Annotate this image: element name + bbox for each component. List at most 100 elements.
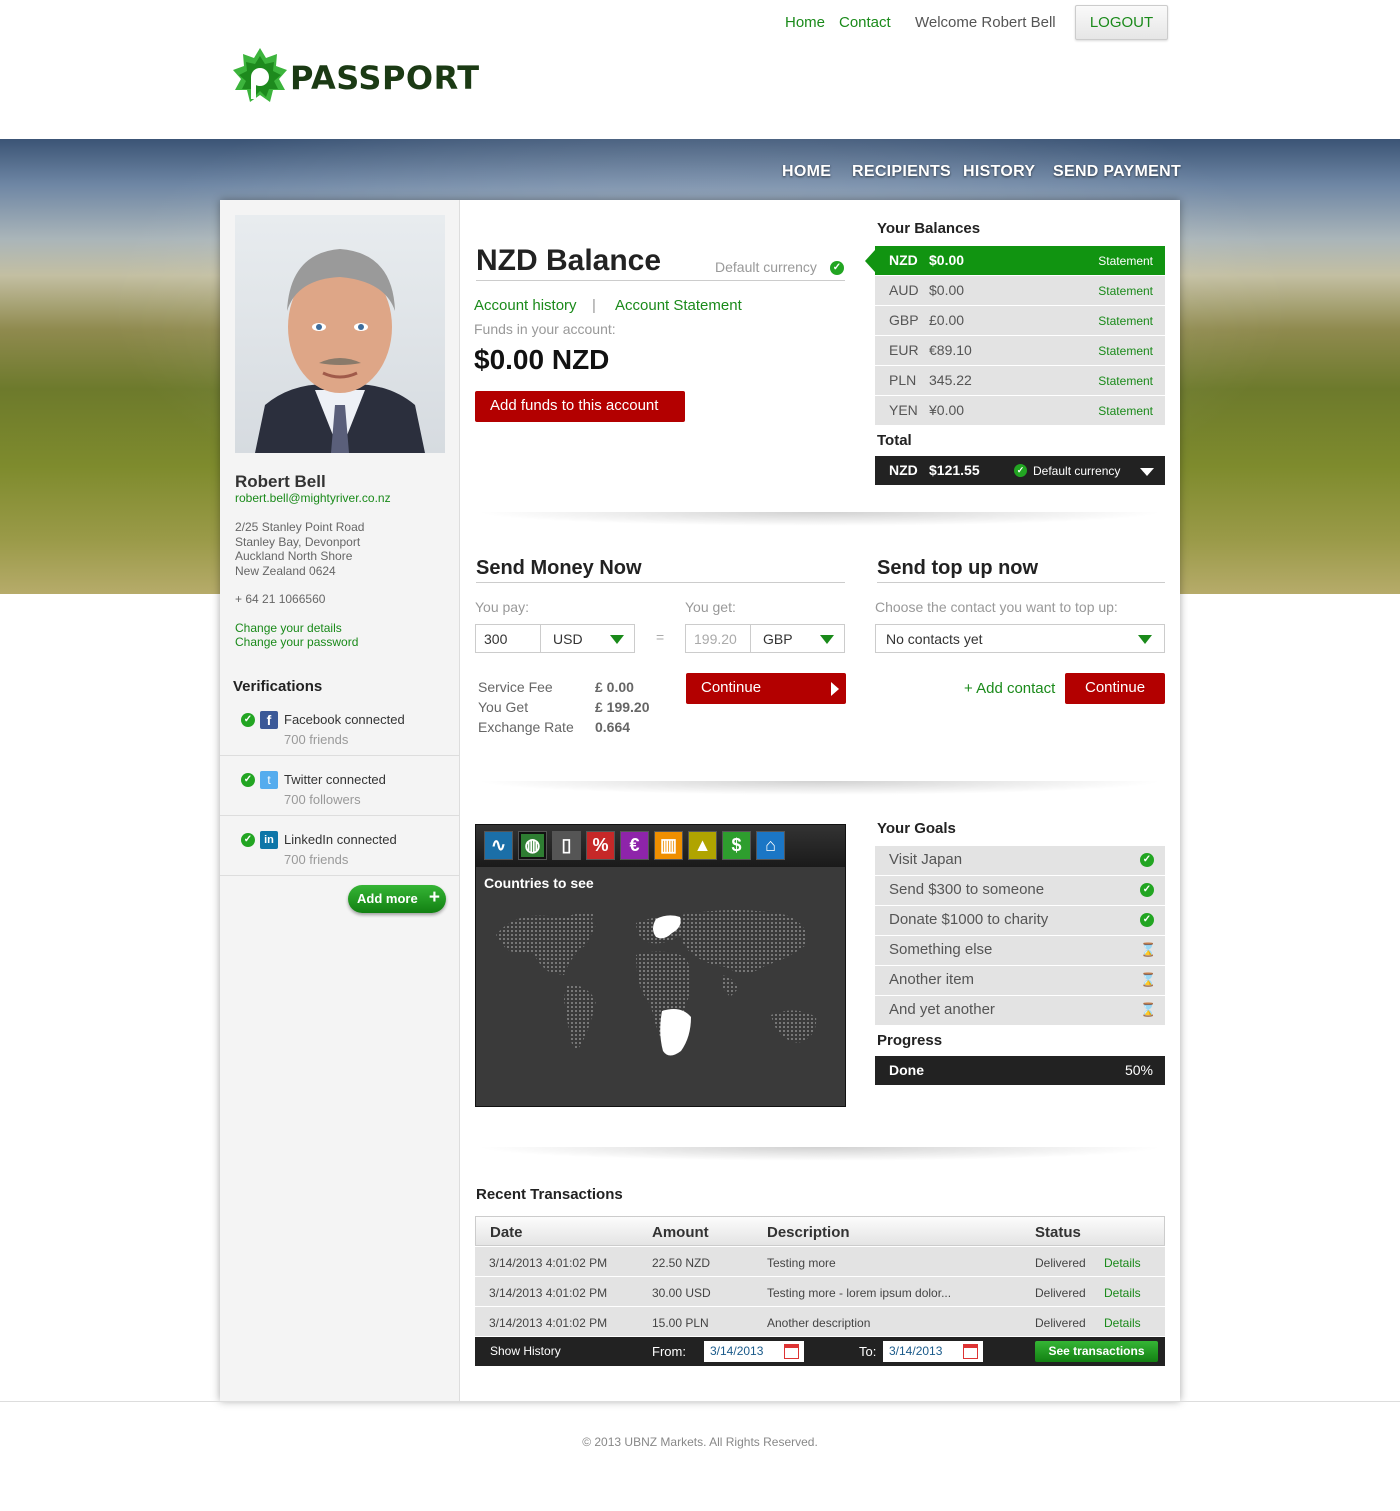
goal-item[interactable]: Visit Japan ✓ xyxy=(875,846,1165,875)
avatar xyxy=(235,215,445,453)
goal-item[interactable]: Something else ⌛ xyxy=(875,936,1165,965)
change-details-link[interactable]: Change your details xyxy=(235,621,342,635)
details-link[interactable]: Details xyxy=(1104,1256,1141,1270)
address-line: Auckland North Shore xyxy=(235,549,353,563)
verification-label: LinkedIn connected xyxy=(284,832,397,847)
goal-label: Donate $1000 to charity xyxy=(889,911,1049,928)
globe-icon[interactable]: ◍ xyxy=(518,831,547,860)
see-transactions-button[interactable]: See transactions xyxy=(1035,1341,1158,1362)
profile-address: 2/25 Stanley Point Road Stanley Bay, Dev… xyxy=(235,520,364,578)
balance-value: €89.10 xyxy=(929,342,972,358)
statement-link[interactable]: Statement xyxy=(1098,374,1153,388)
document-icon[interactable]: ▯ xyxy=(552,831,581,860)
nav-home-link[interactable]: Home xyxy=(785,14,825,31)
chevron-down-icon[interactable] xyxy=(1140,468,1154,476)
activity-icon[interactable]: ∿ xyxy=(484,831,513,860)
goal-item[interactable]: Send $300 to someone ✓ xyxy=(875,876,1165,905)
funds-label: Funds in your account: xyxy=(474,321,616,337)
nav-contact-link[interactable]: Contact xyxy=(839,14,891,31)
hourglass-icon: ⌛ xyxy=(1140,972,1157,987)
statement-link[interactable]: Statement xyxy=(1098,314,1153,328)
balance-row-aud[interactable]: AUD $0.00 Statement xyxy=(875,276,1165,305)
to-date-input[interactable]: 3/14/2013 xyxy=(883,1341,983,1362)
send-continue-button[interactable]: Continue xyxy=(686,673,846,704)
balance-code: EUR xyxy=(889,342,919,358)
bank-icon[interactable]: ⌂ xyxy=(756,831,785,860)
main-nav-send-payment[interactable]: SEND PAYMENT xyxy=(1053,163,1181,181)
balance-row-gbp[interactable]: GBP £0.00 Statement xyxy=(875,306,1165,335)
tx-amount: 30.00 USD xyxy=(652,1286,711,1300)
account-statement-link[interactable]: Account Statement xyxy=(615,297,742,314)
footer-divider xyxy=(0,1401,1400,1402)
goal-label: Another item xyxy=(889,971,975,988)
bar-chart-icon[interactable]: ▥ xyxy=(654,831,683,860)
tx-amount: 22.50 NZD xyxy=(652,1256,711,1270)
column-header[interactable]: Amount xyxy=(652,1224,709,1241)
goal-label: Send $300 to someone xyxy=(889,881,1045,898)
table-row: 3/14/2013 4:01:02 PM 15.00 PLN Another d… xyxy=(475,1307,1165,1336)
top-up-continue-button[interactable]: Continue xyxy=(1065,673,1165,704)
logo-icon xyxy=(233,48,287,102)
logout-button[interactable]: LOGOUT xyxy=(1075,5,1168,40)
calendar-icon[interactable] xyxy=(963,1344,978,1359)
euro-icon[interactable]: € xyxy=(620,831,649,860)
main-nav-home[interactable]: HOME xyxy=(782,163,831,181)
check-icon: ✓ xyxy=(1014,464,1027,477)
balance-value: ¥0.00 xyxy=(929,402,965,418)
twitter-icon: t xyxy=(260,771,278,789)
from-date-input[interactable]: 3/14/2013 xyxy=(704,1341,804,1362)
pay-currency-value: USD xyxy=(553,631,583,647)
statement-link[interactable]: Statement xyxy=(1098,404,1153,418)
column-header[interactable]: Date xyxy=(490,1224,523,1241)
progress-value: 50% xyxy=(1124,1062,1153,1078)
details-link[interactable]: Details xyxy=(1104,1316,1141,1330)
rate-label: Exchange Rate xyxy=(478,719,574,735)
balance-row-eur[interactable]: EUR €89.10 Statement xyxy=(875,336,1165,365)
play-arrow-icon xyxy=(831,682,839,696)
column-header[interactable]: Status xyxy=(1035,1224,1081,1241)
fee-label: Service Fee xyxy=(478,679,553,695)
pay-amount-input[interactable]: 300 xyxy=(475,624,541,653)
goal-item[interactable]: And yet another ⌛ xyxy=(875,996,1165,1025)
get-currency-select[interactable]: GBP xyxy=(750,624,845,653)
add-contact-link[interactable]: + Add contact xyxy=(964,680,1055,697)
balance-row-pln[interactable]: PLN 345.22 Statement xyxy=(875,366,1165,395)
world-map[interactable] xyxy=(486,905,826,1085)
profile-email[interactable]: robert.bell@mightyriver.co.nz xyxy=(235,491,391,505)
title-underline xyxy=(476,280,845,281)
account-history-link[interactable]: Account history xyxy=(474,297,577,314)
dollar-icon[interactable]: $ xyxy=(722,831,751,860)
percent-icon[interactable]: % xyxy=(586,831,615,860)
change-password-link[interactable]: Change your password xyxy=(235,635,358,649)
goal-item[interactable]: Another item ⌛ xyxy=(875,966,1165,995)
continue-label: Continue xyxy=(1085,679,1146,696)
details-link[interactable]: Details xyxy=(1104,1286,1141,1300)
calendar-icon[interactable] xyxy=(784,1344,799,1359)
logo[interactable]: PASSPORT xyxy=(232,48,479,106)
tx-status: Delivered xyxy=(1035,1286,1086,1300)
total-row[interactable]: NZD $121.55 ✓ Default currency xyxy=(875,456,1165,485)
get-amount-input[interactable]: 199.20 xyxy=(685,624,751,653)
progress-title: Progress xyxy=(877,1032,943,1049)
contact-select[interactable]: No contacts yet xyxy=(875,624,1165,653)
statement-link[interactable]: Statement xyxy=(1098,254,1153,268)
main-nav-history[interactable]: HISTORY xyxy=(963,163,1035,181)
goals-title: Your Goals xyxy=(877,820,956,837)
profile-phone: + 64 21 1066560 xyxy=(235,592,326,606)
statement-link[interactable]: Statement xyxy=(1098,344,1153,358)
balance-row-nzd[interactable]: NZD $0.00 Statement xyxy=(865,246,1165,275)
column-header[interactable]: Description xyxy=(767,1224,850,1241)
main-nav-recipients[interactable]: RECIPIENTS xyxy=(852,163,951,181)
balance-title: NZD Balance xyxy=(476,244,662,277)
gold-icon[interactable]: ▲ xyxy=(688,831,717,860)
balance-row-yen[interactable]: YEN ¥0.00 Statement xyxy=(875,396,1165,425)
statement-link[interactable]: Statement xyxy=(1098,284,1153,298)
check-icon: ✓ xyxy=(830,261,844,275)
tx-date: 3/14/2013 4:01:02 PM xyxy=(489,1286,608,1300)
add-more-button[interactable]: Add more + xyxy=(348,885,446,913)
plus-icon: + xyxy=(428,887,440,908)
goal-item[interactable]: Donate $1000 to charity ✓ xyxy=(875,906,1165,935)
pay-currency-select[interactable]: USD xyxy=(540,624,635,653)
add-funds-button[interactable]: Add funds to this account xyxy=(475,391,685,422)
balance-code: AUD xyxy=(889,282,919,298)
